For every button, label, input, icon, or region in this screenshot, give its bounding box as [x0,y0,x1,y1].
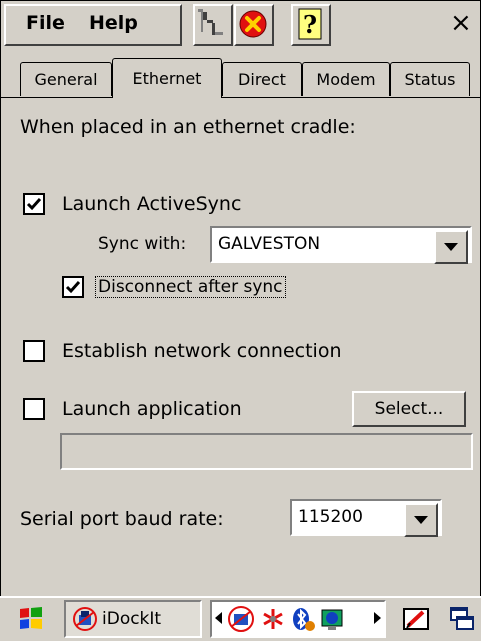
tab-status[interactable]: Status [390,62,470,96]
tray-left-arrow-icon[interactable] [215,612,222,624]
tray-connection-icon[interactable] [318,604,348,638]
sync-with-value: GALVESTON [218,234,321,254]
windows-switch-icon [449,607,474,630]
tray-antenna-icon[interactable] [258,604,288,638]
network-icon [198,9,223,35]
application-path-input [60,433,473,470]
help-icon: ? [298,8,322,40]
disconnect-after-sync-checkbox[interactable] [62,276,84,298]
taskbar-app-label: iDockIt [102,609,162,629]
checkmark-icon [65,281,81,294]
pen-icon [403,608,429,630]
launch-activesync-checkbox[interactable] [23,193,45,215]
tab-ethernet[interactable]: Ethernet [112,58,222,98]
sync-with-dropdown-button[interactable] [434,230,468,264]
tab-direct[interactable]: Direct [222,62,302,96]
baud-rate-select[interactable]: 115200 [290,499,442,537]
tab-strip-line [0,97,481,98]
taskbar-app-idockit[interactable]: iDockIt [64,600,202,638]
section-heading: When placed in an ethernet cradle: [20,116,356,138]
chevron-down-icon [444,243,458,251]
tray-bluetooth-icon[interactable] [288,604,318,638]
baud-rate-label: Serial port baud rate: [20,508,224,530]
sync-with-label: Sync with: [98,234,187,254]
launch-application-checkbox[interactable] [23,398,45,420]
input-panel-button[interactable] [394,600,438,638]
baud-rate-dropdown-button[interactable] [404,503,438,537]
menu-help[interactable]: Help [89,12,138,34]
start-button[interactable] [6,600,56,638]
svg-text:?: ? [303,10,317,39]
tray-network-icon[interactable] [226,604,256,638]
establish-network-label: Establish network connection [62,340,342,362]
tray-right-arrow-icon[interactable] [374,612,381,624]
windows-logo-icon [20,607,42,629]
menu-file[interactable]: File [26,12,65,34]
disconnect-after-sync-label: Disconnect after sync [95,276,286,298]
stop-icon [239,10,267,38]
launch-activesync-label: Launch ActiveSync [62,193,242,215]
help-toolbar-button[interactable]: ? [291,4,331,46]
tab-general[interactable]: General [20,62,112,96]
tab-modem[interactable]: Modem [302,62,390,96]
chevron-down-icon [414,516,428,524]
launch-application-label: Launch application [62,398,242,420]
idockit-icon [73,607,97,631]
stop-toolbar-button[interactable] [234,4,274,46]
establish-network-checkbox[interactable] [23,340,45,362]
sync-with-select[interactable]: GALVESTON [210,226,472,264]
select-button-label: Select... [374,399,444,419]
baud-rate-value: 115200 [298,507,363,527]
checkmark-icon [26,198,42,211]
close-button[interactable]: × [450,8,472,38]
select-button[interactable]: Select... [352,391,466,427]
switch-windows-button[interactable] [442,600,481,638]
network-toolbar-button[interactable] [193,4,233,46]
